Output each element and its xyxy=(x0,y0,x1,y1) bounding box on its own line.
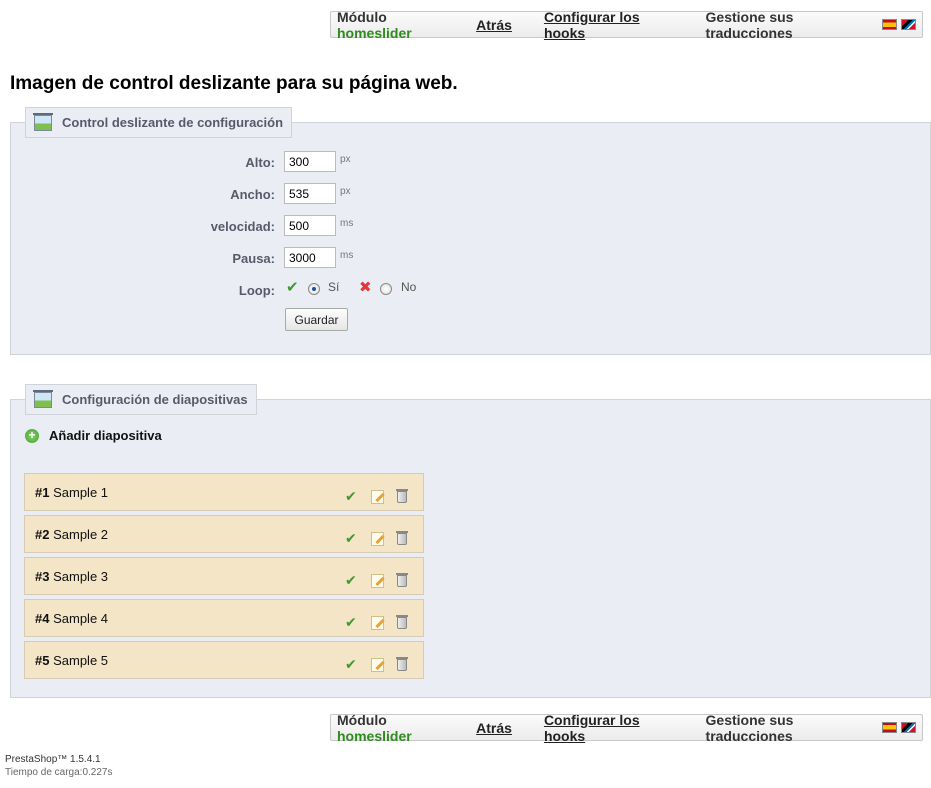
footer: PrestaShop™ 1.5.4.1 Tiempo de carga:0.22… xyxy=(5,753,112,779)
slides-legend-label: Configuración de diapositivas xyxy=(62,392,248,407)
slider-picture-icon xyxy=(33,112,53,131)
module-name: homeslider xyxy=(337,727,412,744)
enabled-check-icon[interactable]: ✔ xyxy=(345,572,357,589)
pause-input[interactable] xyxy=(284,247,336,268)
slides-panel: Configuración de diapositivas + Añadir d… xyxy=(10,384,931,698)
slide-row[interactable]: #2 Sample 2 ✔ xyxy=(24,515,424,553)
add-slide-label: Añadir diapositiva xyxy=(49,428,162,443)
version-text: PrestaShop™ 1.5.4.1 xyxy=(5,754,101,765)
config-legend: Control deslizante de configuración xyxy=(25,107,293,138)
slide-name: Sample 5 xyxy=(53,653,109,668)
slide-name: Sample 1 xyxy=(53,485,109,500)
module-title: Módulo homeslider xyxy=(337,712,455,744)
flag-ag-icon[interactable] xyxy=(901,722,917,733)
slide-title: #2 Sample 2 xyxy=(35,527,108,542)
add-slide-button[interactable]: + Añadir diapositiva xyxy=(25,428,162,443)
slide-name: Sample 3 xyxy=(53,569,109,584)
flag-ag-icon[interactable] xyxy=(901,19,917,30)
slide-title: #4 Sample 4 xyxy=(35,611,108,626)
field-unit: ms xyxy=(340,250,354,261)
field-unit: ms xyxy=(340,218,354,229)
config-legend-label: Control deslizante de configuración xyxy=(62,115,284,130)
field-unit: px xyxy=(340,186,351,197)
back-link[interactable]: Atrás xyxy=(476,17,512,33)
edit-icon[interactable] xyxy=(371,490,384,504)
loop-no-label: No xyxy=(401,280,417,294)
delete-trash-icon[interactable] xyxy=(396,531,408,545)
flag-es-icon[interactable] xyxy=(882,19,898,30)
field-label: Ancho: xyxy=(230,187,275,202)
module-title: Módulo homeslider xyxy=(337,9,455,41)
slide-number: #2 xyxy=(35,527,50,542)
slides-legend: Configuración de diapositivas xyxy=(25,384,257,415)
slide-row[interactable]: #4 Sample 4 ✔ xyxy=(24,599,424,637)
field-label: Alto: xyxy=(245,155,275,170)
slide-number: #3 xyxy=(35,569,50,584)
slide-number: #5 xyxy=(35,653,50,668)
add-icon: + xyxy=(25,428,39,443)
slide-name: Sample 4 xyxy=(53,611,109,626)
save-button[interactable]: Guardar xyxy=(285,308,348,331)
speed-input[interactable] xyxy=(284,215,336,236)
slide-title: #1 Sample 1 xyxy=(35,485,108,500)
manage-translations-label: Gestione sus traducciones xyxy=(705,8,794,41)
slider-picture-icon xyxy=(33,389,53,408)
cross-icon: ✖ xyxy=(359,279,372,296)
configure-hooks-link[interactable]: Configurar los hooks xyxy=(544,712,674,744)
delete-trash-icon[interactable] xyxy=(396,657,408,671)
back-link[interactable]: Atrás xyxy=(476,720,512,736)
edit-icon[interactable] xyxy=(371,658,384,672)
slide-number: #1 xyxy=(35,485,50,500)
slide-list: #1 Sample 1 ✔ #2 Sample 2 ✔ #3 Sample 3 … xyxy=(24,473,424,683)
check-icon: ✔ xyxy=(286,279,299,296)
flag-es-icon[interactable] xyxy=(882,722,898,733)
slide-row[interactable]: #5 Sample 5 ✔ xyxy=(24,641,424,679)
slide-title: #3 Sample 3 xyxy=(35,569,108,584)
slide-title: #5 Sample 5 xyxy=(35,653,108,668)
loop-yes-radio[interactable] xyxy=(308,283,320,295)
slide-row[interactable]: #1 Sample 1 ✔ xyxy=(24,473,424,511)
loop-no-radio[interactable] xyxy=(380,283,392,295)
loop-yes-label: Sí xyxy=(328,280,340,294)
configure-hooks-link[interactable]: Configurar los hooks xyxy=(544,9,674,41)
page-title: Imagen de control deslizante para su pág… xyxy=(10,73,458,94)
load-time-text: Tiempo de carga:0.227s xyxy=(5,767,113,778)
field-label: Pausa: xyxy=(232,251,275,266)
slide-row[interactable]: #3 Sample 3 ✔ xyxy=(24,557,424,595)
module-toolbar-bottom: Módulo homeslider Atrás Configurar los h… xyxy=(330,711,923,744)
loop-label: Loop: xyxy=(238,283,275,298)
edit-icon[interactable] xyxy=(371,532,384,546)
enabled-check-icon[interactable]: ✔ xyxy=(345,656,357,673)
manage-translations-label: Gestione sus traducciones xyxy=(705,711,794,744)
delete-trash-icon[interactable] xyxy=(396,489,408,503)
module-toolbar-top: Módulo homeslider Atrás Configurar los h… xyxy=(330,8,923,41)
enabled-check-icon[interactable]: ✔ xyxy=(345,614,357,631)
height-input[interactable] xyxy=(284,151,336,172)
edit-icon[interactable] xyxy=(371,574,384,588)
slide-number: #4 xyxy=(35,611,50,626)
edit-icon[interactable] xyxy=(371,616,384,630)
module-prefix: Módulo xyxy=(337,711,387,728)
module-name: homeslider xyxy=(337,24,412,41)
width-input[interactable] xyxy=(284,183,336,204)
field-label: velocidad: xyxy=(210,219,275,234)
field-unit: px xyxy=(340,154,351,165)
config-panel: Control deslizante de configuración Alto… xyxy=(10,107,931,355)
module-prefix: Módulo xyxy=(337,8,387,25)
enabled-check-icon[interactable]: ✔ xyxy=(345,530,357,547)
delete-trash-icon[interactable] xyxy=(396,573,408,587)
delete-trash-icon[interactable] xyxy=(396,615,408,629)
slide-name: Sample 2 xyxy=(53,527,109,542)
enabled-check-icon[interactable]: ✔ xyxy=(345,488,357,505)
